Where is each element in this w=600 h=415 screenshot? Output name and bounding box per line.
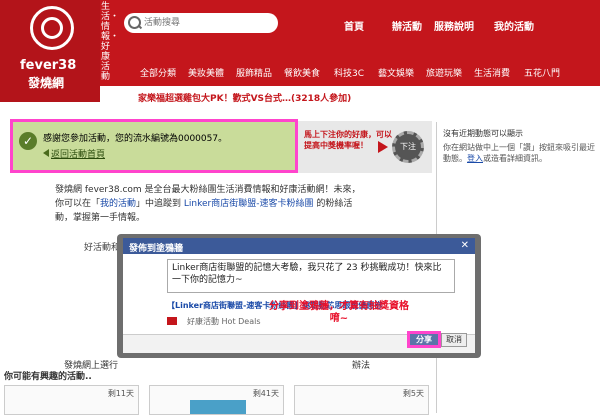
search-box[interactable] xyxy=(124,13,278,33)
close-icon[interactable]: ✕ xyxy=(461,240,469,251)
nav-home[interactable]: 首頁 xyxy=(344,18,364,33)
deal-label: 好康活動 Hot Deals xyxy=(187,317,261,326)
sidebar-title: 沒有近期動態可以顯示 xyxy=(443,129,523,138)
event-thumbnail xyxy=(190,400,246,414)
nav-host-event[interactable]: 辦活動 xyxy=(392,18,422,33)
deal-icon xyxy=(167,317,177,325)
cat-fashion[interactable]: 服飾精品 xyxy=(236,66,272,79)
event-ticker[interactable]: 家樂福超選雞包大PK！歡式VS台式…(3218人參加) xyxy=(138,91,351,104)
cat-misc[interactable]: 五花八門 xyxy=(524,66,560,79)
share-annotation: 分享到塗鴉牆，才算有抽獎資格唷~ xyxy=(269,301,409,324)
notice-message: 感謝您參加活動，您的流水編號為0000057。 xyxy=(43,134,228,144)
arrow-right-icon xyxy=(378,141,388,153)
slogan: 生活・情報・好康活動 xyxy=(101,2,120,82)
recommended-cards: 剩11天 剩41天 剩5天 xyxy=(4,385,430,415)
days-left-badge: 剩5天 xyxy=(402,389,424,398)
back-to-events-link[interactable]: 返回活動首頁 xyxy=(51,147,105,160)
cat-life[interactable]: 生活消費 xyxy=(474,66,510,79)
success-notice: ✓ 感謝您參加活動，您的流水編號為0000057。 返回活動首頁 xyxy=(10,119,298,173)
dialog-title: 發佈到塗鴉牆 xyxy=(129,244,184,254)
event-card[interactable]: 剩5天 xyxy=(294,385,429,415)
nav-my-events[interactable]: 我的活動 xyxy=(494,18,534,33)
event-card[interactable]: 剩11天 xyxy=(4,385,139,415)
recommended-title: 你可能有興趣的活動.. xyxy=(4,372,92,382)
fanpage-link[interactable]: Linker商店街聯盟-速客卡粉絲團 xyxy=(184,199,314,209)
logo-name-cn: 發燒網 xyxy=(28,76,65,90)
flame-logo-icon xyxy=(30,6,74,50)
search-icon xyxy=(128,16,141,29)
dialog-header: 發佈到塗鴉牆 ✕ xyxy=(123,238,475,254)
share-message-field[interactable]: Linker商店街聯盟的記憶大考驗，我只花了 23 秒挑戰成功！快來比一下你的記… xyxy=(167,259,455,293)
intro-line-2: 你可以在「我的活動」中追蹤到 Linker商店街聯盟-速客卡粉絲團 的粉絲活 xyxy=(55,199,353,209)
intro-text: 發燒網 fever38.com 是全台最大粉絲團生活消費情報和好康活動網！未來，… xyxy=(55,183,385,225)
back-arrow-icon xyxy=(43,149,49,157)
intro-line-3: 動，掌握第一手情報。 xyxy=(55,213,146,223)
sidebar-note: 你在網站做中上一個「讚」按鈕來吸引最近動態。登入或造看詳細資訊。 xyxy=(443,143,595,163)
site-header: fever38 發燒網 生活・情報・好康活動 首頁 辦活動 服務說明 我的活動 … xyxy=(0,0,600,102)
days-left-badge: 剩11天 xyxy=(107,389,134,398)
bet-button[interactable]: 下注 xyxy=(392,131,424,163)
cancel-button[interactable]: 取消 xyxy=(441,333,467,347)
checkmark-icon: ✓ xyxy=(19,132,37,150)
cat-travel[interactable]: 旅遊玩樂 xyxy=(426,66,462,79)
my-events-link[interactable]: 我的活動 xyxy=(100,199,136,209)
nav-service[interactable]: 服務說明 xyxy=(434,18,474,33)
event-card[interactable]: 剩41天 xyxy=(149,385,284,415)
good-events-title: 好活動和 xyxy=(84,243,121,253)
logo-name: fever38 xyxy=(20,58,77,73)
cat-beauty[interactable]: 美妝美體 xyxy=(188,66,224,79)
cat-tech[interactable]: 科技3C xyxy=(334,66,364,79)
cat-arts[interactable]: 藝文娛樂 xyxy=(378,66,414,79)
search-input[interactable] xyxy=(144,15,272,30)
cat-all[interactable]: 全部分類 xyxy=(140,66,176,79)
bet-promo: 馬上下注你的好康，可以提高中獎機率喔！ 下注 xyxy=(298,121,432,173)
share-dialog: 發佈到塗鴉牆 ✕ Linker商店街聯盟的記憶大考驗，我只花了 23 秒挑戰成功… xyxy=(117,234,481,358)
share-button[interactable]: 分享 xyxy=(407,331,441,348)
intro-line-1: 發燒網 fever38.com 是全台最大粉絲團生活消費情報和好康活動網！未來， xyxy=(55,185,361,195)
site-logo[interactable]: fever38 發燒網 xyxy=(0,0,100,102)
cat-food[interactable]: 餐飲美食 xyxy=(284,66,320,79)
days-left-badge: 剩41天 xyxy=(252,389,279,398)
rules-text-right: 辦法 xyxy=(352,361,371,371)
login-link[interactable]: 登入 xyxy=(467,154,483,163)
